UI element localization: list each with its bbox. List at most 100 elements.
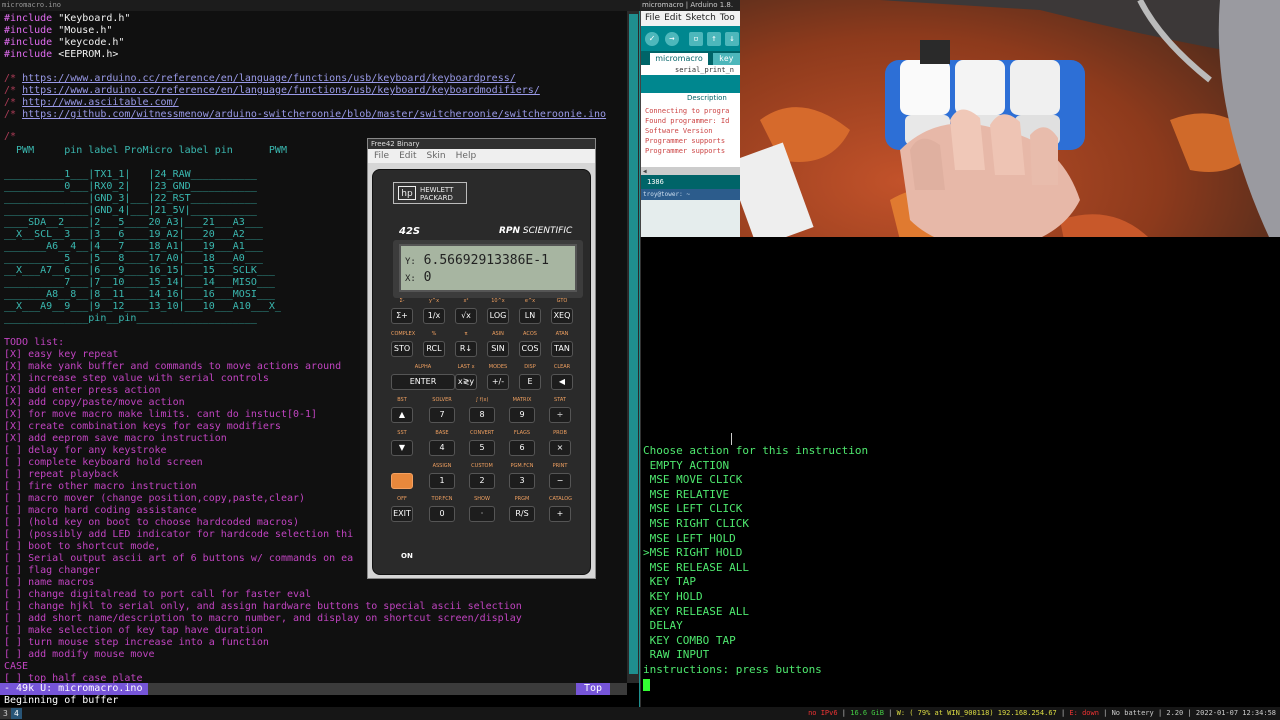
arduino-title: micromacro | Arduino 1.8. xyxy=(640,0,740,11)
new-icon[interactable]: ▫ xyxy=(689,32,703,46)
calculator-key[interactable]: 1/x xyxy=(423,308,445,324)
calculator-key[interactable]: TAN xyxy=(551,341,573,357)
todo-line: [X] add copy/paste/move action xyxy=(4,397,185,408)
workspace-4[interactable]: 4 xyxy=(11,708,22,719)
keypad-row: Σ- Σ+ y^x 1/x x² √x 10^x LOG e^x LN GTO XEQ xyxy=(373,298,592,330)
shift-label: PGM.FCN xyxy=(510,463,534,469)
pin-table-row: _______A6__4__|4___7____18_A1|___19___A1… xyxy=(4,241,263,252)
calculator-key[interactable]: √x xyxy=(455,308,477,324)
verify-icon[interactable]: ✓ xyxy=(645,32,659,46)
comment-url-line: /* https://github.com/witnessmenow/ardui… xyxy=(4,109,607,120)
open-icon[interactable]: ↑ xyxy=(707,32,721,46)
arduino-menu-edit[interactable]: Edit xyxy=(664,13,681,23)
comment-url-line: /* http://www.asciitable.com/ xyxy=(4,97,179,108)
calculator-key[interactable]: 3 xyxy=(509,473,535,489)
calculator-key[interactable]: x≷y xyxy=(455,374,477,390)
todo-line: [ ] add short name/description to macro … xyxy=(4,613,522,624)
pin-table-row: __________1___|TX1_1| |24_RAW___________ xyxy=(4,169,257,180)
terminal-window[interactable]: Choose action for this instruction EMPTY… xyxy=(640,237,1280,707)
scroll-left-icon[interactable]: ◀ xyxy=(643,168,647,175)
arduino-ide-window[interactable]: File Edit Sketch Too ✓ → ▫ ↑ ↓ micromacro k… xyxy=(640,11,740,237)
url-link[interactable]: http://www.asciitable.com/ xyxy=(22,97,179,108)
url-link[interactable]: https://github.com/witnessmenow/arduino-… xyxy=(22,109,606,120)
calculator-key[interactable]: − xyxy=(549,473,571,489)
workspace-3[interactable]: 3 xyxy=(0,708,11,719)
action-option: MSE LEFT HOLD xyxy=(643,531,736,545)
calculator-key[interactable]: STO xyxy=(391,341,413,357)
arduino-menu-sketch[interactable]: Sketch xyxy=(686,13,716,23)
todo-line: [ ] change digitalread to port call for … xyxy=(4,589,312,600)
menu-prompt: Choose action for this instruction xyxy=(643,444,869,457)
calculator-key[interactable]: SIN xyxy=(487,341,509,357)
upload-icon[interactable]: → xyxy=(665,32,679,46)
action-option: MSE RELATIVE xyxy=(643,487,730,501)
free42-calculator-window[interactable]: Free42 Binary File Edit Skin Help hp HEWLET… xyxy=(367,138,596,579)
save-icon[interactable]: ↓ xyxy=(725,32,739,46)
todo-line: [X] add enter press action xyxy=(4,385,161,396)
shift-key[interactable] xyxy=(391,473,413,489)
tab-micromacro[interactable]: micromacro xyxy=(650,53,708,65)
tab-keycode[interactable]: key xyxy=(713,53,740,65)
arduino-menu-tools[interactable]: Too xyxy=(720,13,735,23)
shift-label: STAT xyxy=(554,397,566,403)
calculator-key[interactable]: RCL xyxy=(423,341,445,357)
calculator-key[interactable]: 6 xyxy=(509,440,535,456)
calculator-key[interactable]: ▲ xyxy=(391,407,413,423)
calculator-key[interactable]: ENTER xyxy=(391,374,455,390)
pin-table-row: __________7___|7__10____15_14|___14___MI… xyxy=(4,277,275,288)
arduino-line-number: 1386 xyxy=(641,175,740,189)
calculator-key[interactable]: · xyxy=(469,506,495,522)
calculator-key[interactable]: +/- xyxy=(487,374,509,390)
calculator-key[interactable]: EXIT xyxy=(391,506,413,522)
calculator-key[interactable]: 9 xyxy=(509,407,535,423)
calculator-key[interactable]: Σ+ xyxy=(391,308,413,324)
arduino-code-line[interactable]: serial_print_n xyxy=(641,65,740,75)
calculator-model: 42S xyxy=(399,226,421,237)
calc-menu-skin[interactable]: Skin xyxy=(427,151,446,161)
shift-label: MATRIX xyxy=(512,397,532,403)
calculator-key[interactable]: × xyxy=(549,440,571,456)
calculator-key[interactable]: ◀ xyxy=(551,374,573,390)
editor-scrollbar-thumb[interactable] xyxy=(629,14,638,674)
calculator-key[interactable]: E xyxy=(519,374,541,390)
calculator-key[interactable]: 0 xyxy=(429,506,455,522)
calculator-key[interactable]: R/S xyxy=(509,506,535,522)
calculator-key[interactable]: 2 xyxy=(469,473,495,489)
action-option: KEY HOLD xyxy=(643,590,703,603)
shift-label: % xyxy=(431,331,437,337)
keypad-row: ALPHA ENTER LAST x x≷y MODES +/- DISP E CLEAR ◀ xyxy=(373,364,592,396)
calculator-key[interactable]: + xyxy=(549,506,571,522)
arduino-menubar: File Edit Sketch Too xyxy=(641,11,740,26)
calculator-key[interactable]: 1 xyxy=(429,473,455,489)
calc-menu-file[interactable]: File xyxy=(374,151,389,161)
calculator-key[interactable]: 8 xyxy=(469,407,495,423)
todo-line: [ ] (hold key on boot to choose hardcode… xyxy=(4,517,300,528)
calc-menu-edit[interactable]: Edit xyxy=(399,151,416,161)
shift-label: MODES xyxy=(488,364,508,370)
calculator-key[interactable]: XEQ xyxy=(551,308,573,324)
include-line: #include "Keyboard.h" xyxy=(4,13,131,24)
calculator-key[interactable]: ▼ xyxy=(391,440,413,456)
pin-table-header: PWM pin label ProMicro label pin PWM xyxy=(4,145,287,156)
arduino-menu-file[interactable]: File xyxy=(645,13,660,23)
todo-line: TODO list: xyxy=(4,337,65,348)
calculator-key[interactable]: COS xyxy=(519,341,541,357)
todo-line: [ ] repeat playback xyxy=(4,469,119,480)
calculator-key[interactable]: 5 xyxy=(469,440,495,456)
calculator-key[interactable]: LN xyxy=(519,308,541,324)
calculator-key[interactable]: 7 xyxy=(429,407,455,423)
calc-menu-help[interactable]: Help xyxy=(456,151,477,161)
url-link[interactable]: https://www.arduino.cc/reference/en/lang… xyxy=(22,85,540,96)
calculator-key[interactable]: R↓ xyxy=(455,341,477,357)
keypad-row: COMPLEX STO% RCL π R↓ ASIN SIN ACOS COS ATAN TAN xyxy=(373,331,592,363)
url-link[interactable]: https://www.arduino.cc/reference/en/lang… xyxy=(22,73,516,84)
calculator-key[interactable]: ÷ xyxy=(549,407,571,423)
comment-open: /* xyxy=(4,131,17,142)
action-option: MSE RIGHT CLICK xyxy=(643,517,749,530)
calculator-key[interactable]: LOG xyxy=(487,308,509,324)
arduino-console[interactable]: Connecting to progra Found programmer: I… xyxy=(641,103,740,167)
display-x-register: 0 xyxy=(423,270,432,285)
console-hscrollbar[interactable]: ◀ xyxy=(641,167,740,175)
mouse-ibeam-icon xyxy=(731,433,732,445)
calculator-key[interactable]: 4 xyxy=(429,440,455,456)
